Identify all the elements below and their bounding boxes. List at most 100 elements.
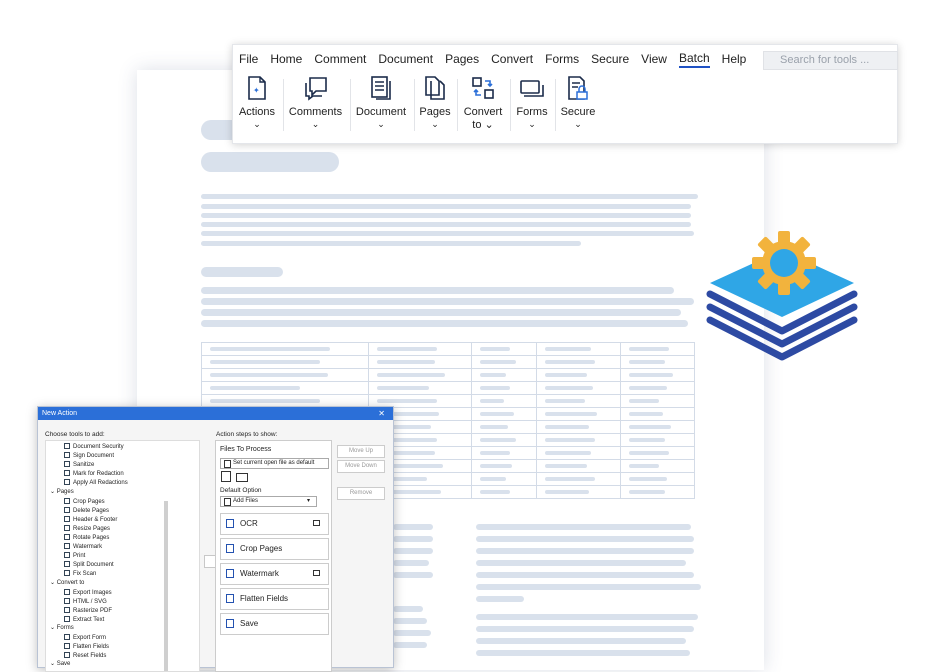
tree-item[interactable]: ⌄ Pages xyxy=(50,489,74,496)
tree-item[interactable]: Extract Text xyxy=(64,615,104,624)
document-button[interactable]: Document ⌄ xyxy=(354,75,408,129)
table-cell xyxy=(619,368,696,382)
tree-item[interactable]: ⌄ Forms xyxy=(50,625,74,632)
close-icon[interactable]: ✕ xyxy=(378,407,385,420)
table-cell xyxy=(535,485,621,499)
cell-placeholder xyxy=(628,386,667,390)
cell-placeholder xyxy=(480,451,511,455)
cell-placeholder xyxy=(628,373,673,377)
tree-item[interactable]: Reset Fields xyxy=(64,652,106,660)
menu-home[interactable]: Home xyxy=(270,52,302,66)
tree-item[interactable]: Flatten Fields xyxy=(64,643,109,651)
table-cell xyxy=(367,368,473,382)
comments-icon xyxy=(304,77,327,101)
tree-item-label: Export Images xyxy=(73,589,112,596)
tree-item[interactable]: Rasterize PDF xyxy=(64,606,112,615)
tree-item[interactable]: HTML / SVG xyxy=(64,597,107,606)
table-cell xyxy=(619,394,696,408)
settings-icon[interactable] xyxy=(313,520,320,526)
menu-forms[interactable]: Forms xyxy=(545,52,579,66)
tree-item[interactable]: Resize Pages xyxy=(64,524,110,533)
search-tools-input[interactable]: Search for tools ... xyxy=(763,51,898,70)
action-step[interactable]: Watermark xyxy=(220,563,329,585)
tree-item-label: Save xyxy=(56,661,71,668)
cell-placeholder xyxy=(210,399,320,403)
text-line xyxy=(476,626,694,632)
forms-icon xyxy=(520,80,544,97)
menu-batch[interactable]: Batch xyxy=(678,51,710,68)
document-label: Document xyxy=(355,106,407,118)
table-cell xyxy=(535,381,621,395)
current-file-option[interactable]: Set current open file as default xyxy=(220,458,329,469)
add-files-select[interactable]: Add Files ▾ xyxy=(220,496,317,507)
tree-item[interactable]: Export Images xyxy=(64,588,112,597)
add-file-icon[interactable] xyxy=(221,471,231,482)
ribbon-toolbar: File Home Comment Document Pages Convert Forms… xyxy=(232,44,898,144)
tree-item[interactable]: Crop Pages xyxy=(64,497,105,506)
action-step[interactable]: Crop Pages xyxy=(220,538,329,560)
cell-placeholder xyxy=(376,347,437,351)
table-cell xyxy=(619,433,696,447)
menu-secure[interactable]: Secure xyxy=(591,52,629,66)
cell-placeholder xyxy=(376,360,435,364)
comments-button[interactable]: Comments ⌄ xyxy=(287,75,344,129)
settings-icon[interactable] xyxy=(313,570,320,576)
move-down-button[interactable]: Move Down xyxy=(337,460,385,473)
tree-item[interactable]: Watermark xyxy=(64,543,102,551)
tool-icon xyxy=(64,615,70,622)
svg-text:✦: ✦ xyxy=(253,86,260,95)
comments-label: Comments xyxy=(288,106,343,118)
text-line xyxy=(476,584,701,590)
tree-item[interactable]: Apply All Redactions xyxy=(64,479,128,487)
cell-placeholder xyxy=(628,425,671,429)
tools-tree[interactable]: Document Security Sign Document Sanitize Ma… xyxy=(45,440,200,672)
table-cell xyxy=(619,407,696,421)
tree-item[interactable]: Delete Pages xyxy=(64,506,109,515)
action-step[interactable]: OCR xyxy=(220,513,329,535)
text-line xyxy=(393,536,433,542)
default-option-label: Default Option xyxy=(220,487,262,494)
tree-item[interactable]: Export Form xyxy=(64,634,106,642)
menu-file[interactable]: File xyxy=(239,52,258,66)
menu-pages[interactable]: Pages xyxy=(445,52,479,66)
actions-button[interactable]: ✦ Actions ⌄ xyxy=(237,75,277,129)
add-folder-icon[interactable] xyxy=(236,473,248,482)
table-cell xyxy=(535,459,621,473)
action-step[interactable]: Save xyxy=(220,613,329,635)
table-cell xyxy=(619,342,696,356)
tool-icon xyxy=(64,570,70,577)
tree-item[interactable]: Header & Footer xyxy=(64,515,117,524)
tree-item[interactable]: Mark for Redaction xyxy=(64,470,124,478)
tool-icon xyxy=(64,506,70,513)
tree-item[interactable]: Sanitize xyxy=(64,461,94,469)
secure-button[interactable]: Secure ⌄ xyxy=(559,75,597,129)
menu-convert[interactable]: Convert xyxy=(491,52,533,66)
action-steps-label: Action steps to show: xyxy=(216,431,278,438)
tree-item[interactable]: Split Document xyxy=(64,561,114,569)
tree-item[interactable]: ⌄ Save xyxy=(50,661,70,668)
convert-to-button[interactable]: Convert to ⌄ xyxy=(461,75,505,131)
expand-icon: ⌄ xyxy=(50,661,57,668)
tree-item[interactable]: Rotate Pages xyxy=(64,534,109,542)
menu-comment[interactable]: Comment xyxy=(314,52,366,66)
cell-placeholder xyxy=(544,438,595,442)
tree-item[interactable]: Print xyxy=(64,552,85,560)
menu-view[interactable]: View xyxy=(641,52,667,66)
expand-icon: ⌄ xyxy=(50,579,57,586)
tree-item[interactable]: ⌄ Convert to xyxy=(50,580,84,587)
tree-item[interactable]: Fix Scan xyxy=(64,570,96,578)
cell-placeholder xyxy=(480,477,507,481)
tree-item[interactable]: Sign Document xyxy=(64,452,114,460)
move-up-button[interactable]: Move Up xyxy=(337,445,385,458)
cell-placeholder xyxy=(544,399,585,403)
menu-help[interactable]: Help xyxy=(722,52,747,66)
forms-button[interactable]: Forms ⌄ xyxy=(514,75,550,129)
action-step[interactable]: Flatten Fields xyxy=(220,588,329,610)
cell-placeholder xyxy=(376,373,445,377)
tool-icon xyxy=(64,443,70,449)
menu-document[interactable]: Document xyxy=(378,52,433,66)
tree-item[interactable]: Document Security xyxy=(64,443,124,451)
pages-button[interactable]: Pages ⌄ xyxy=(418,75,452,129)
remove-button[interactable]: Remove xyxy=(337,487,385,500)
tree-scrollbar[interactable] xyxy=(164,501,168,671)
